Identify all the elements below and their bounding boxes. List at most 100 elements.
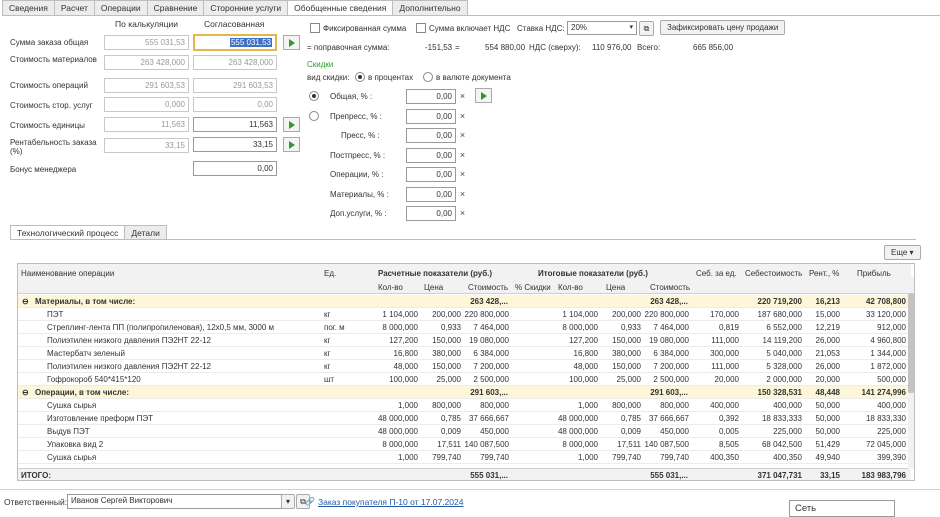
cell-qty: 127,200 [389, 336, 418, 345]
incl-vat-checkbox[interactable] [416, 23, 426, 33]
agreed-order-sum-value: 555 031,53 [229, 38, 272, 47]
label-unit-cost: Стоимость единицы [10, 121, 85, 130]
manager-bonus-input[interactable]: 0,00 [193, 161, 277, 176]
tab-tech-process[interactable]: Технологический процесс [10, 225, 126, 240]
cell-profit: 1 344,000 [870, 349, 906, 358]
collapse-icon[interactable]: ⊖ [22, 386, 29, 399]
table-row[interactable]: Изготовление преформ ПЭТ 48 000,000 0,785 3… [18, 412, 911, 425]
h-qty: Кол-во [378, 283, 403, 292]
collapse-icon[interactable]: ⊖ [22, 295, 29, 308]
disc-postpress-input[interactable]: 0,00 [406, 148, 456, 163]
disc-prepress-input[interactable]: 0,00 [406, 109, 456, 124]
cell-unit [324, 451, 372, 464]
cell-famount: 37 666,667 [648, 414, 689, 423]
tab-obobshchennye[interactable]: Обобщенные сведения [288, 0, 394, 16]
table-row[interactable]: Сушка сырья 1,000 799,740 799,740 1,000 799,7… [18, 451, 911, 464]
clear-icon[interactable]: × [456, 168, 469, 181]
cell-cu: 0,005 [718, 427, 739, 436]
agreed-unit-cost-input[interactable]: 11,563 [193, 117, 277, 132]
vat-rate-open-button[interactable]: ⧉ [639, 21, 654, 36]
fixed-sum-checkbox[interactable] [310, 23, 320, 33]
vat-rate-label: Ставка НДС: [517, 24, 565, 33]
cell-famount: 19 080,000 [648, 336, 689, 345]
responsible-dropdown-button[interactable]: ▾ [281, 494, 295, 509]
group-row[interactable]: Материалы, в том числе: 263 428,... 263 42… [18, 295, 911, 308]
clear-icon[interactable]: × [456, 129, 469, 142]
apply-unit-cost-button[interactable] [283, 117, 300, 132]
cell-famount: 263 428,... [650, 297, 688, 306]
cell-famount: 2 500,000 [653, 375, 689, 384]
agreed-profitability-input[interactable]: 33,15 [193, 137, 277, 152]
scroll-thumb[interactable] [908, 293, 914, 393]
tab-raschet[interactable]: Расчет [54, 0, 95, 16]
h-disc: % Скидки [515, 283, 551, 292]
disc-general-input[interactable]: 0,00 [406, 89, 456, 104]
calc-unit-cost: 11,563 [104, 117, 189, 132]
table-row[interactable]: Упаковка вид 28 000,000 17,511 140 087,500… [18, 438, 911, 451]
agreed-order-sum-input[interactable]: 555 031,53 [193, 34, 277, 51]
discount-general-radio[interactable] [309, 91, 319, 101]
clear-icon[interactable]: × [456, 188, 469, 201]
clear-icon[interactable]: × [456, 149, 469, 162]
cell-name: Стреплинг-лента ПП (полипропиленовая), 1… [47, 323, 274, 332]
chevron-down-icon: ▾ [285, 497, 290, 506]
fixed-sum-label: Фиксированная сумма [323, 24, 407, 33]
discount-detailed-radio[interactable] [309, 111, 319, 121]
label-third-party-cost: Стоимость стор. услуг [10, 101, 93, 110]
h-profit: Прибыль [857, 269, 891, 278]
fix-price-button[interactable]: Зафиксировать цену продажи [660, 20, 786, 35]
responsible-select[interactable]: Иванов Сергей Викторович [67, 494, 282, 509]
table-row[interactable]: Сушка сырья 1,000 800,000 800,000 1,000 800,0… [18, 399, 911, 412]
table-row[interactable]: Выдув ПЭТ 48 000,000 0,009 450,000 48 000,00… [18, 425, 911, 438]
clear-icon[interactable]: × [456, 110, 469, 123]
table-row[interactable]: Полиэтилен низкого давления ПЭ2НТ 22-12 к… [18, 360, 911, 373]
cell-price: 17,511 [437, 440, 461, 449]
apply-profitability-button[interactable] [283, 137, 300, 152]
tab-dopolnitelno[interactable]: Дополнительно [393, 0, 468, 16]
discounts-title: Скидки [307, 60, 334, 69]
footer-divider [0, 489, 940, 490]
table-row[interactable]: ПЭТ кг 1 104,000 200,000 220 800,000 1 104,00… [18, 308, 911, 321]
table-row[interactable]: Мастербатч зеленый кг 16,800 380,000 6 384,0… [18, 347, 911, 360]
cell-qty: 48 000,000 [377, 427, 418, 436]
cell-rent: 50,000 [815, 401, 840, 410]
tab-sravnenie[interactable]: Сравнение [147, 0, 205, 16]
disc-extra-input[interactable]: 0,00 [406, 206, 456, 221]
h-famount: Стоимость [650, 283, 691, 292]
discount-currency-radio[interactable] [423, 72, 433, 82]
cell-cu: 400,350 [710, 453, 739, 462]
cell-cu: 170,000 [710, 310, 739, 319]
calc-operations-cost: 291 603,53 [104, 78, 189, 93]
apply-order-sum-button[interactable] [283, 35, 300, 50]
cell-fqty: 100,000 [569, 375, 598, 384]
responsible-value: Иванов Сергей Викторович [71, 496, 173, 505]
cell-cost: 220 719,200 [757, 297, 803, 306]
cell-rent: 16,213 [815, 297, 840, 306]
cell-profit: 400,000 [877, 401, 906, 410]
clear-icon[interactable]: × [456, 90, 469, 103]
tab-storonnie-uslugi[interactable]: Сторонние услуги [204, 0, 289, 16]
table-row[interactable]: Стреплинг-лента ПП (полипропиленовая), 1… [18, 321, 911, 334]
tab-operacii[interactable]: Операции [94, 0, 148, 16]
cell-price: 380,000 [432, 349, 461, 358]
apply-discount-button[interactable] [475, 88, 492, 103]
grid-scrollbar[interactable] [908, 277, 914, 469]
clear-icon[interactable]: × [456, 207, 469, 220]
table-row[interactable]: Полиэтилен низкого давления ПЭ2НТ 22-12 к… [18, 334, 911, 347]
disc-materials-input[interactable]: 0,00 [406, 187, 456, 202]
tab-svedeniya[interactable]: Сведения [2, 0, 55, 16]
disc-operations-input[interactable]: 0,00 [406, 167, 456, 182]
disc-press-input[interactable]: 0,00 [406, 128, 456, 143]
cell-profit: 4 960,800 [870, 336, 906, 345]
discount-percent-radio[interactable] [355, 72, 365, 82]
cell-cu: 0,392 [718, 414, 739, 423]
cell-fqty: 1,000 [577, 453, 598, 462]
order-link[interactable]: Заказ покупателя П-10 от 17.07.2024 [318, 497, 463, 507]
cell-qty: 1,000 [397, 401, 418, 410]
vat-rate-select[interactable]: 20% ▾ [567, 21, 637, 35]
more-button[interactable]: Еще ▾ [884, 245, 921, 260]
tab-details[interactable]: Детали [125, 225, 167, 240]
group-row[interactable]: Операции, в том числе: 291 603,... 291 603… [18, 386, 911, 399]
table-row[interactable]: Гофрокороб 540*415*120 шт 100,000 25,000 2 5… [18, 373, 911, 386]
cell-fprice: 0,009 [620, 427, 641, 436]
